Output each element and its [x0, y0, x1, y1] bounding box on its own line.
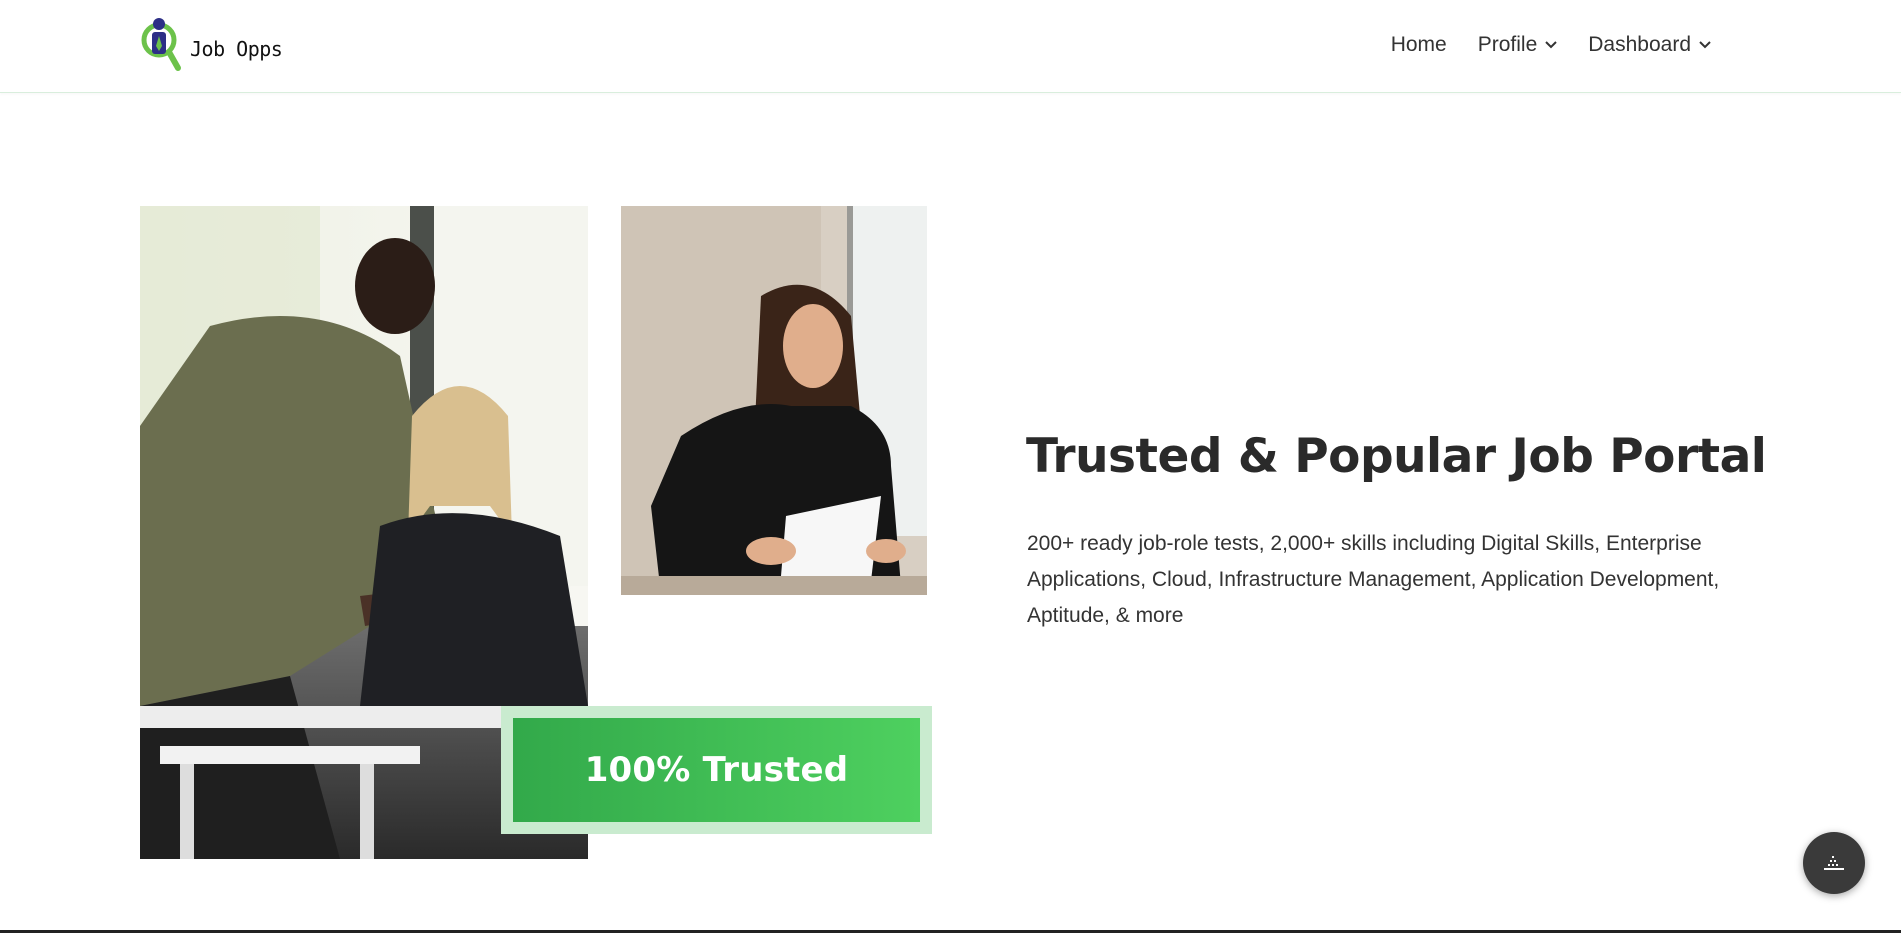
- nav-item-label: Home: [1390, 33, 1447, 56]
- brand-name: Job Opps: [190, 37, 283, 61]
- nav-item-profile[interactable]: Profile: [1478, 33, 1558, 57]
- nav-item-home[interactable]: Home: [1391, 33, 1447, 57]
- trusted-badge-inner: 100% Trusted: [513, 718, 920, 822]
- hero-description: 200+ ready job-role tests, 2,000+ skills…: [1027, 532, 1720, 627]
- main-nav: Home Profile Dashboard: [1391, 33, 1711, 57]
- trusted-badge: 100% Trusted: [501, 706, 932, 834]
- top-navbar: Job Opps Home Profile Dashboard: [0, 0, 1901, 93]
- job-opps-logo-icon: [141, 18, 181, 71]
- chevron-down-icon: [1545, 41, 1557, 49]
- trusted-badge-text: 100% Trusted: [584, 750, 849, 790]
- nav-item-dashboard[interactable]: Dashboard: [1588, 33, 1711, 57]
- nav-item-label: Dashboard: [1588, 33, 1691, 56]
- widget-icon: [1824, 856, 1844, 870]
- nav-item-label: Profile: [1477, 33, 1538, 56]
- businesswoman-photo: [621, 206, 927, 595]
- hero-headline: Trusted & Popular Job Portal: [1026, 429, 1767, 484]
- chevron-down-icon: [1699, 41, 1711, 49]
- floating-widget-button[interactable]: [1803, 832, 1865, 894]
- brand-logo[interactable]: Job Opps: [138, 16, 283, 74]
